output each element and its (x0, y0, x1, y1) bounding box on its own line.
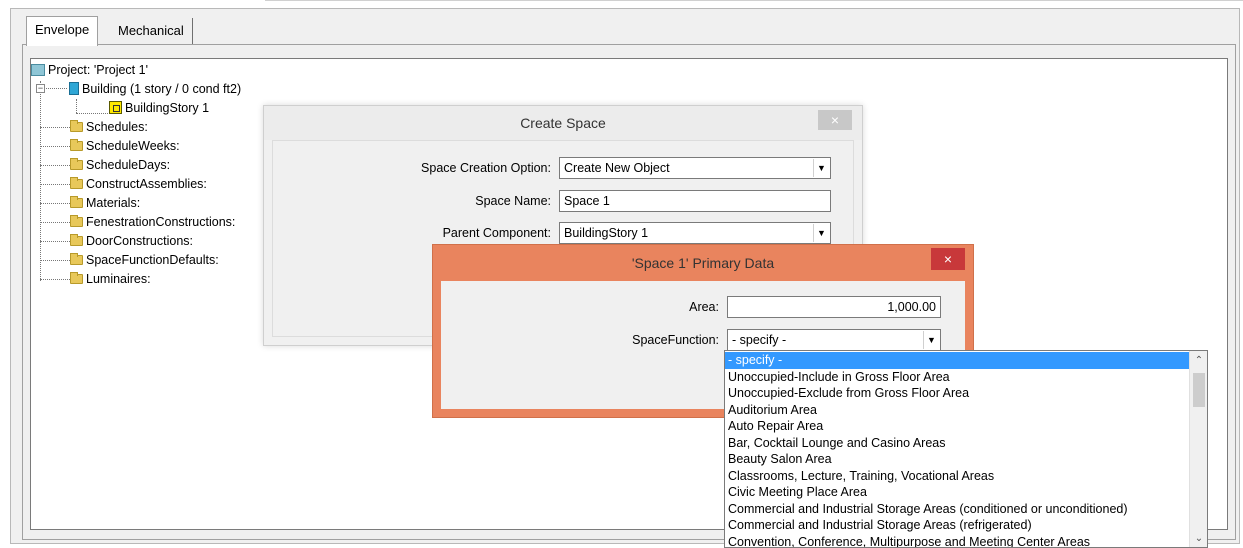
folder-icon (70, 195, 83, 208)
tree-connector (40, 81, 41, 281)
tree-item-folder[interactable]: Schedules: (70, 117, 148, 135)
creation-option-label: Space Creation Option: (421, 161, 551, 175)
chevron-down-icon: ▼ (923, 331, 939, 349)
space-function-select[interactable]: - specify - ▼ (727, 329, 941, 351)
dropdown-option[interactable]: Bar, Cocktail Lounge and Casino Areas (725, 435, 1189, 452)
tree-connector (76, 99, 77, 113)
parent-component-label: Parent Component: (442, 226, 551, 240)
parent-component-select[interactable]: BuildingStory 1 ▼ (559, 222, 831, 244)
tree-item-project[interactable]: Project: 'Project 1' (31, 60, 148, 78)
space-name-label: Space Name: (475, 194, 551, 208)
chevron-down-icon: ▼ (813, 159, 829, 177)
tree-item-folder[interactable]: FenestrationConstructions: (70, 212, 235, 230)
dialog-title: 'Space 1' Primary Data (631, 255, 775, 271)
dropdown-option[interactable]: Classrooms, Lecture, Training, Vocationa… (725, 468, 1189, 485)
tree-item-folder[interactable]: ConstructAssemblies: (70, 174, 207, 192)
folder-icon (70, 233, 83, 246)
project-icon (31, 63, 45, 76)
tree-collapse-toggle[interactable]: − (36, 84, 45, 93)
folder-icon (70, 157, 83, 170)
close-button[interactable]: × (818, 110, 852, 130)
tree-item-label: Schedules: (86, 119, 148, 134)
tree-item-label: Building (1 story / 0 cond ft2) (82, 81, 242, 96)
folder-icon (70, 214, 83, 227)
chevron-down-icon: ▼ (813, 224, 829, 242)
tree-item-label: ScheduleDays: (86, 157, 171, 172)
creation-option-select[interactable]: Create New Object ▼ (559, 157, 831, 179)
dropdown-option[interactable]: Civic Meeting Place Area (725, 484, 1189, 501)
folder-icon (70, 176, 83, 189)
dialog-title: Create Space (264, 106, 862, 140)
tree-item-folder[interactable]: Materials: (70, 193, 140, 211)
tree-item-folder[interactable]: Luminaires: (70, 269, 151, 287)
dropdown-option[interactable]: Convention, Conference, Multipurpose and… (725, 534, 1189, 548)
tree-item-label: BuildingStory 1 (125, 100, 210, 115)
tree-connector (40, 222, 70, 223)
folder-icon (70, 119, 83, 132)
tree-connector (40, 146, 70, 147)
dropdown-option[interactable]: Unoccupied-Exclude from Gross Floor Area (725, 385, 1189, 402)
dropdown-option[interactable]: Auto Repair Area (725, 418, 1189, 435)
dropdown-scrollbar[interactable]: ⌃ ⌄ (1189, 351, 1207, 547)
dropdown-option[interactable]: Auditorium Area (725, 402, 1189, 419)
scrollbar-thumb[interactable] (1193, 373, 1205, 407)
tree-connector (40, 260, 70, 261)
building-icon (69, 82, 79, 96)
tree-connector (40, 127, 70, 128)
tree-connector (43, 88, 67, 89)
tree-item-label: Luminaires: (86, 271, 151, 286)
scroll-up-icon[interactable]: ⌃ (1190, 353, 1207, 369)
space-function-dropdown-list[interactable]: - specify - Unoccupied-Include in Gross … (724, 350, 1208, 548)
folder-icon (70, 271, 83, 284)
tree-connector (40, 279, 70, 280)
tree-item-label: ConstructAssemblies: (86, 176, 207, 191)
tree-item-label: SpaceFunctionDefaults: (86, 252, 219, 267)
dropdown-option[interactable]: Beauty Salon Area (725, 451, 1189, 468)
dropdown-option[interactable]: - specify - (725, 352, 1189, 369)
folder-icon (70, 138, 83, 151)
tree-item-label: FenestrationConstructions: (86, 214, 236, 229)
close-button[interactable]: × (931, 248, 965, 270)
tab-mechanical[interactable]: Mechanical (110, 18, 193, 44)
tab-envelope[interactable]: Envelope (26, 16, 99, 46)
scroll-down-icon[interactable]: ⌄ (1190, 531, 1207, 547)
area-label: Area: (689, 300, 719, 314)
tree-connector (40, 241, 70, 242)
building-story-icon (109, 101, 122, 115)
tree-connector (40, 165, 70, 166)
area-input[interactable]: 1,000.00 (727, 296, 941, 318)
tree-item-label: DoorConstructions: (86, 233, 193, 248)
dropdown-option[interactable]: Unoccupied-Include in Gross Floor Area (725, 369, 1189, 386)
folder-icon (70, 252, 83, 265)
tree-item-label: ScheduleWeeks: (86, 138, 180, 153)
parent-component-value: BuildingStory 1 (564, 226, 649, 240)
tree-item-folder[interactable]: ScheduleWeeks: (70, 136, 180, 154)
tree-item-folder[interactable]: SpaceFunctionDefaults: (70, 250, 219, 268)
tree-item-folder[interactable]: DoorConstructions: (70, 231, 193, 249)
tree-connector (40, 184, 70, 185)
tree-item-folder[interactable]: ScheduleDays: (70, 155, 170, 173)
top-separator (265, 0, 1243, 8)
creation-option-value: Create New Object (564, 161, 670, 175)
tree-item-label: Materials: (86, 195, 141, 210)
space-function-value: - specify - (732, 333, 787, 347)
space-function-label: SpaceFunction: (632, 333, 719, 347)
tree-item-building-story[interactable]: BuildingStory 1 (109, 98, 209, 116)
space-name-input[interactable]: Space 1 (559, 190, 831, 212)
tree-item-building[interactable]: Building (1 story / 0 cond ft2) (69, 79, 241, 97)
dropdown-option[interactable]: Commercial and Industrial Storage Areas … (725, 517, 1189, 534)
tree-connector (40, 203, 70, 204)
tree-item-label: Project: 'Project 1' (48, 62, 148, 77)
dropdown-option[interactable]: Commercial and Industrial Storage Areas … (725, 501, 1189, 518)
